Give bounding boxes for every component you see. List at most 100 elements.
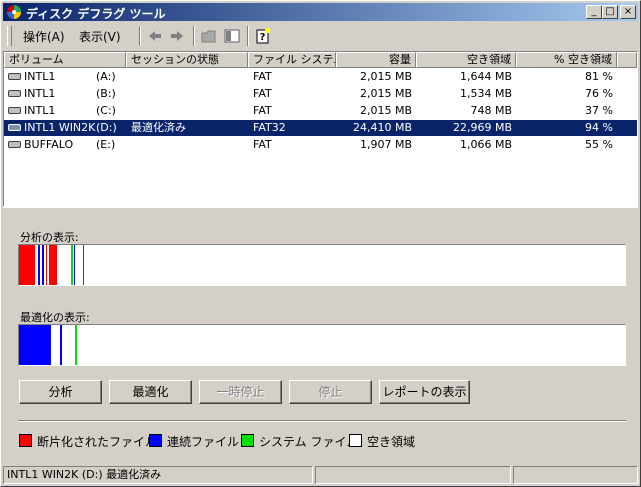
status-bar-pane-3 bbox=[513, 466, 638, 484]
volume-fs: FAT32 bbox=[253, 121, 286, 134]
volume-fs: FAT bbox=[253, 70, 272, 83]
defragment-button[interactable]: 最適化 bbox=[109, 380, 192, 404]
legend-divider bbox=[18, 420, 626, 422]
volume-capacity: 1,907 MB bbox=[359, 138, 412, 151]
volume-free: 748 MB bbox=[470, 104, 512, 117]
volume-row[interactable]: INTL1 (B:) FAT 2,015 MB 1,534 MB 76 % bbox=[4, 86, 637, 102]
minimize-icon: _ bbox=[591, 6, 597, 17]
column-header-free-space[interactable]: 空き領域 bbox=[416, 52, 516, 68]
legend-fragmented: 断片化されたファイル bbox=[19, 434, 157, 449]
cluster-segment-system bbox=[71, 245, 73, 285]
column-header-capacity[interactable]: 容量 bbox=[336, 52, 416, 68]
volume-name: INTL1 bbox=[24, 70, 56, 83]
analysis-display-band bbox=[18, 244, 626, 286]
cluster-segment-contiguous bbox=[60, 325, 63, 365]
volume-free: 1,644 MB bbox=[459, 70, 512, 83]
defrag-window: ディスク デフラグ ツール _ □ × 操作(A) 表示(V) ? ボリューム … bbox=[0, 0, 641, 487]
volume-letter: (E:) bbox=[96, 138, 116, 151]
volume-pct: 94 % bbox=[585, 121, 613, 134]
volume-capacity: 2,015 MB bbox=[359, 104, 412, 117]
volume-name: INTL1 bbox=[24, 87, 56, 100]
help-icon[interactable]: ? bbox=[254, 27, 272, 45]
volume-name: INTL1 bbox=[24, 104, 56, 117]
drive-icon bbox=[8, 73, 21, 80]
cluster-segment-fragmented bbox=[19, 245, 36, 285]
menu-view[interactable]: 表示(V) bbox=[79, 28, 121, 45]
legend-swatch-fragmented bbox=[19, 434, 32, 447]
defrag-app-icon bbox=[7, 5, 21, 19]
volume-row[interactable]: BUFFALO (E:) FAT 1,907 MB 1,066 MB 55 % bbox=[4, 137, 637, 153]
cluster-segment-contiguous bbox=[38, 245, 40, 285]
defrag-display-band bbox=[18, 324, 626, 366]
analysis-display-label: 分析の表示: bbox=[20, 231, 79, 244]
menu-action[interactable]: 操作(A) bbox=[23, 28, 65, 45]
session-status: 最適化済み bbox=[131, 121, 186, 134]
title-bar[interactable]: ディスク デフラグ ツール _ □ × bbox=[3, 3, 638, 21]
volume-row[interactable]: INTL1 WIN2K (D:) 最適化済み FAT32 24,410 MB 22,969… bbox=[4, 120, 637, 136]
menu-bar: 操作(A) 表示(V) ? bbox=[3, 23, 638, 49]
column-header-filler bbox=[617, 52, 637, 68]
volume-fs: FAT bbox=[253, 87, 272, 100]
show-hide-pane-icon[interactable] bbox=[223, 27, 241, 45]
cluster-segment-contiguous bbox=[74, 245, 76, 285]
volume-fs: FAT bbox=[253, 138, 272, 151]
folder-up-icon[interactable] bbox=[200, 27, 218, 45]
legend-system: システム ファイル bbox=[241, 434, 358, 449]
svg-text:?: ? bbox=[260, 32, 266, 43]
volume-name: INTL1 WIN2K bbox=[24, 121, 96, 134]
volume-pct: 37 % bbox=[585, 104, 613, 117]
column-header-session-status[interactable]: セッションの状態 bbox=[126, 52, 248, 68]
volume-list[interactable]: ボリューム セッションの状態 ファイル システム 容量 空き領域 % 空き領域 … bbox=[3, 51, 638, 207]
volume-row[interactable]: INTL1 (C:) FAT 2,015 MB 748 MB 37 % bbox=[4, 103, 637, 119]
column-header-file-system[interactable]: ファイル システム bbox=[248, 52, 336, 68]
toolbar-separator bbox=[139, 26, 141, 46]
volume-letter: (A:) bbox=[96, 70, 116, 83]
pause-button[interactable]: 一時停止 bbox=[199, 380, 282, 404]
defrag-display-label: 最適化の表示: bbox=[20, 311, 90, 324]
maximize-button[interactable]: □ bbox=[602, 5, 618, 19]
legend-swatch-free bbox=[349, 434, 362, 447]
forward-arrow-icon[interactable] bbox=[168, 27, 186, 45]
view-report-button[interactable]: レポートの表示 bbox=[379, 380, 470, 404]
volume-letter: (D:) bbox=[96, 121, 117, 134]
legend-contiguous: 連続ファイル bbox=[149, 434, 239, 449]
legend-swatch-system bbox=[241, 434, 254, 447]
close-icon: × bbox=[623, 6, 633, 17]
volume-capacity: 24,410 MB bbox=[352, 121, 412, 134]
legend-free: 空き領域 bbox=[349, 434, 415, 449]
drive-icon bbox=[8, 107, 21, 114]
volume-letter: (B:) bbox=[96, 87, 116, 100]
volume-capacity: 2,015 MB bbox=[359, 87, 412, 100]
cluster-segment-fragmented bbox=[48, 245, 58, 285]
volume-free: 22,969 MB bbox=[452, 121, 512, 134]
cluster-segment-fragmented bbox=[82, 245, 85, 285]
cluster-segment-contiguous bbox=[19, 325, 51, 365]
column-header-volume[interactable]: ボリューム bbox=[4, 52, 126, 68]
drive-icon bbox=[8, 90, 21, 97]
volume-pct: 81 % bbox=[585, 70, 613, 83]
volume-free: 1,534 MB bbox=[459, 87, 512, 100]
toolbar-separator bbox=[247, 26, 249, 46]
close-button[interactable]: × bbox=[620, 5, 636, 19]
drive-icon bbox=[8, 124, 21, 131]
volume-row[interactable]: INTL1 (A:) FAT 2,015 MB 1,644 MB 81 % bbox=[4, 69, 637, 85]
back-arrow-icon[interactable] bbox=[146, 27, 164, 45]
status-bar-main: INTL1 WIN2K (D:) 最適化済み bbox=[3, 466, 313, 484]
stop-button[interactable]: 停止 bbox=[289, 380, 372, 404]
analyze-button[interactable]: 分析 bbox=[19, 380, 102, 404]
status-bar-pane-2 bbox=[315, 466, 511, 484]
column-header-percent-free[interactable]: % 空き領域 bbox=[516, 52, 617, 68]
toolbar-separator bbox=[193, 26, 195, 46]
drive-icon bbox=[8, 141, 21, 148]
volume-capacity: 2,015 MB bbox=[359, 70, 412, 83]
toolbar-grip[interactable] bbox=[7, 26, 12, 46]
pane-splitter[interactable] bbox=[3, 207, 638, 211]
volume-letter: (C:) bbox=[96, 104, 116, 117]
volume-pct: 55 % bbox=[585, 138, 613, 151]
volume-pct: 76 % bbox=[585, 87, 613, 100]
window-title: ディスク デフラグ ツール bbox=[26, 7, 166, 21]
cluster-segment-fragmented bbox=[45, 245, 48, 285]
volume-free: 1,066 MB bbox=[459, 138, 512, 151]
minimize-button[interactable]: _ bbox=[586, 5, 602, 19]
cluster-segment-system bbox=[74, 325, 78, 365]
